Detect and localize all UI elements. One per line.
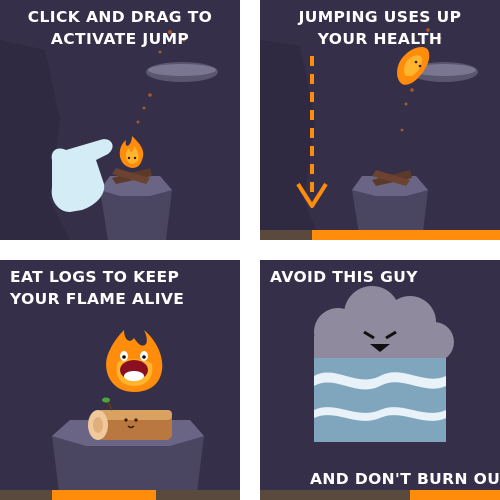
panel-4-scene bbox=[260, 260, 500, 500]
caption-line-2: YOUR HEALTH bbox=[317, 30, 443, 48]
caption-line-1: AVOID THIS GUY bbox=[270, 268, 418, 286]
caption-line-2: ACTIVATE JUMP bbox=[50, 30, 190, 48]
health-bar-track bbox=[0, 490, 240, 500]
health-bar-track bbox=[260, 490, 500, 500]
health-bar-fill bbox=[52, 490, 156, 500]
tutorial-panel-logs: EAT LOGS TO KEEP YOUR FLAME ALIVE bbox=[0, 260, 240, 500]
platform-rock bbox=[100, 176, 172, 240]
caption-line-2: AND DON'T BURN OUT bbox=[310, 470, 500, 488]
tutorial-panel-jump: CLICK AND DRAG TO ACTIVATE JUMP bbox=[0, 0, 240, 240]
caption-line-2: YOUR FLAME ALIVE bbox=[10, 290, 185, 308]
caption-line-1: CLICK AND DRAG TO bbox=[27, 8, 213, 26]
caption-line-1: JUMPING USES UP bbox=[298, 8, 462, 26]
water-body bbox=[314, 358, 446, 442]
health-bar-track bbox=[260, 230, 500, 240]
tutorial-panel-health: JUMPING USES UP YOUR HEALTH bbox=[260, 0, 500, 240]
health-bar-fill bbox=[312, 230, 500, 240]
tutorial-panel-enemy: AVOID THIS GUY AND DON'T BURN OUT bbox=[260, 260, 500, 500]
caption-line-1: EAT LOGS TO KEEP bbox=[10, 268, 180, 286]
health-bar-fill bbox=[410, 490, 500, 500]
